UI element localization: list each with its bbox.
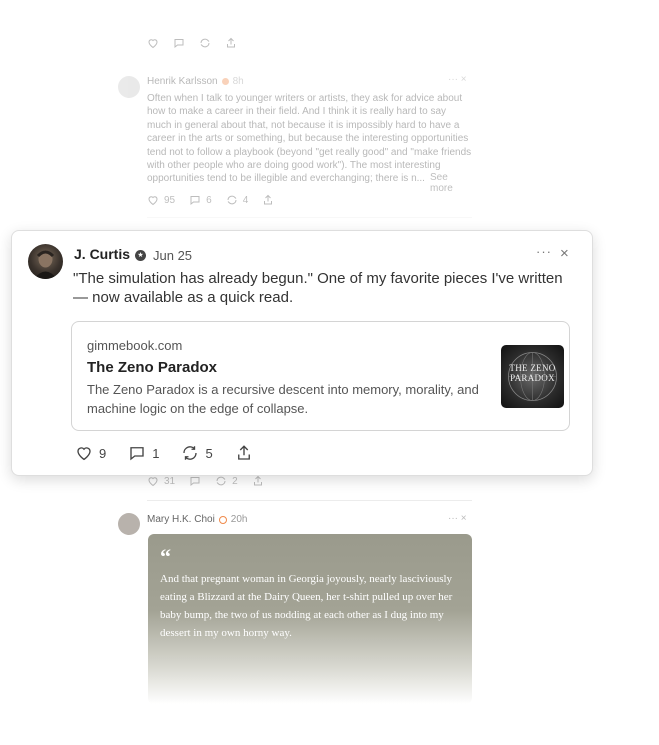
comment-button[interactable] bbox=[189, 475, 201, 487]
restack-button[interactable]: 4 bbox=[226, 194, 249, 206]
post-body: Often when I talk to younger writers or … bbox=[147, 93, 472, 185]
divider bbox=[147, 500, 472, 501]
comment-icon bbox=[190, 196, 200, 206]
share-button[interactable] bbox=[252, 475, 264, 487]
author-name[interactable]: J. Curtis bbox=[74, 246, 130, 262]
portrait-image bbox=[34, 250, 57, 279]
more-menu-icon[interactable]: ··· × bbox=[448, 513, 467, 524]
link-description: The Zeno Paradox is a recursive descent … bbox=[87, 382, 479, 416]
share-icon bbox=[237, 445, 250, 460]
share-button[interactable] bbox=[225, 37, 237, 49]
heart-icon bbox=[148, 39, 158, 49]
comment-button[interactable] bbox=[173, 37, 185, 49]
feed-top-actions bbox=[147, 37, 237, 49]
feed-post[interactable]: Henrik Karlsson 8h ··· × Often when I ta… bbox=[118, 74, 472, 214]
avatar[interactable] bbox=[118, 513, 140, 535]
heart-icon bbox=[148, 196, 158, 206]
post-date: Jun 25 bbox=[153, 248, 193, 263]
link-thumbnail[interactable]: THE ZENO PARADOX bbox=[501, 345, 564, 408]
verified-badge-icon bbox=[221, 78, 229, 85]
share-button[interactable] bbox=[262, 194, 274, 206]
like-count: 9 bbox=[99, 445, 107, 461]
restack-icon bbox=[183, 446, 198, 460]
post-actions: 9 1 5 bbox=[75, 444, 275, 462]
comment-count: 6 bbox=[206, 194, 212, 206]
restack-button[interactable]: 5 bbox=[181, 444, 213, 462]
verified-badge-icon: ★ bbox=[135, 250, 146, 261]
restack-count: 5 bbox=[205, 445, 213, 461]
link-preview-card[interactable]: gimmebook.com The Zeno Paradox The Zeno … bbox=[71, 321, 570, 431]
heart-icon bbox=[77, 447, 91, 461]
divider bbox=[147, 217, 472, 218]
verified-badge-icon bbox=[218, 515, 227, 524]
comment-count: 1 bbox=[152, 445, 160, 461]
see-more-link[interactable]: See more bbox=[430, 172, 472, 194]
close-icon[interactable]: × bbox=[560, 245, 569, 262]
share-icon bbox=[264, 194, 273, 205]
more-menu-icon[interactable]: ··· bbox=[536, 244, 552, 259]
post-actions: 95 6 4 bbox=[147, 194, 274, 206]
like-button[interactable]: 31 bbox=[147, 475, 175, 487]
restack-icon bbox=[216, 476, 226, 486]
like-count: 95 bbox=[164, 194, 176, 206]
comment-button[interactable]: 1 bbox=[128, 444, 159, 462]
restack-count: 2 bbox=[232, 475, 238, 487]
heart-icon bbox=[148, 477, 158, 487]
share-icon bbox=[253, 475, 262, 486]
like-button[interactable]: 9 bbox=[75, 444, 106, 462]
restack-icon bbox=[200, 38, 210, 48]
quote-icon: “ bbox=[160, 544, 171, 569]
post-actions: 31 2 bbox=[147, 475, 264, 487]
post-header: Mary H.K. Choi 20h bbox=[147, 514, 247, 525]
comment-icon bbox=[190, 477, 200, 487]
restack-button[interactable] bbox=[199, 37, 211, 49]
thumbnail-title: THE ZENO PARADOX bbox=[509, 363, 556, 383]
post-header: Henrik Karlsson 8h bbox=[147, 76, 244, 87]
quote-card[interactable]: “ And that pregnant woman in Georgia joy… bbox=[148, 534, 472, 704]
like-button[interactable]: 95 bbox=[147, 194, 175, 206]
author-name[interactable]: Henrik Karlsson bbox=[147, 76, 218, 87]
more-menu-icon[interactable]: ··· × bbox=[448, 74, 467, 85]
avatar[interactable] bbox=[118, 76, 140, 98]
like-button[interactable] bbox=[147, 37, 159, 49]
comment-icon bbox=[174, 39, 184, 49]
post-time: 20h bbox=[230, 514, 248, 525]
restack-icon bbox=[227, 195, 237, 205]
like-count: 31 bbox=[164, 475, 176, 487]
link-title[interactable]: The Zeno Paradox bbox=[87, 359, 217, 376]
comment-button[interactable]: 6 bbox=[189, 194, 212, 206]
quote-text: And that pregnant woman in Georgia joyou… bbox=[160, 573, 453, 639]
comment-icon bbox=[130, 447, 144, 461]
avatar[interactable] bbox=[28, 244, 63, 279]
post-card[interactable]: J. Curtis ★ Jun 25 ··· × "The simulation… bbox=[11, 230, 593, 476]
restack-count: 4 bbox=[242, 194, 249, 206]
share-button[interactable] bbox=[235, 444, 253, 462]
link-domain: gimmebook.com bbox=[87, 338, 183, 353]
share-icon bbox=[227, 37, 235, 48]
post-text: "The simulation has already begun." One … bbox=[73, 270, 563, 306]
author-name[interactable]: Mary H.K. Choi bbox=[147, 514, 215, 525]
post-time: 8h bbox=[232, 76, 244, 87]
restack-button[interactable]: 2 bbox=[215, 475, 238, 487]
